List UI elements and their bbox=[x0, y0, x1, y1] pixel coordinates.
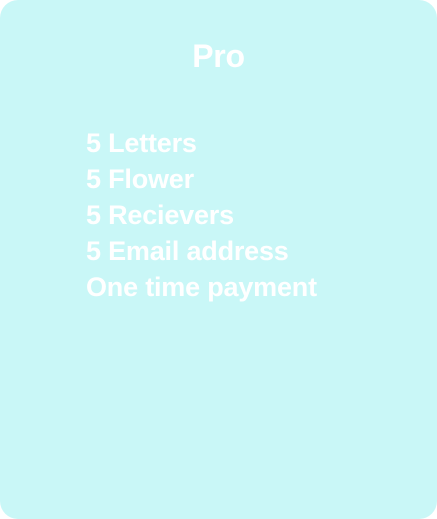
feature-item: 5 Letters bbox=[86, 128, 197, 158]
feature-item: 5 Flower bbox=[86, 164, 194, 194]
feature-item: One time payment bbox=[86, 272, 317, 302]
feature-list: 5 Letters 5 Flower 5 Recievers 5 Email a… bbox=[86, 125, 317, 305]
plan-title: Pro bbox=[192, 38, 245, 74]
feature-item: 5 Email address bbox=[86, 236, 289, 266]
pricing-card-pro[interactable]: Pro 5 Letters 5 Flower 5 Recievers 5 Ema… bbox=[0, 0, 437, 519]
feature-item: 5 Recievers bbox=[86, 200, 234, 230]
